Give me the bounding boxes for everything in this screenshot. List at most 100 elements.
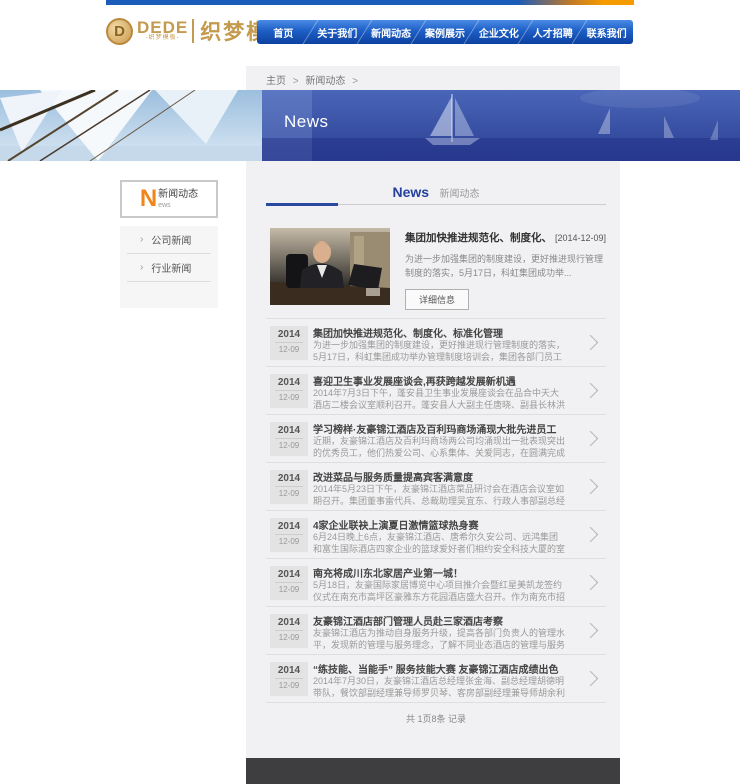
section-title-en: News: [392, 184, 429, 200]
news-row[interactable]: 2014 12-09 学习榜样·友豪锦江酒店及百利玛商场涌现大批先进员工 近期，…: [266, 415, 606, 463]
date-badge: 2014 12-09: [270, 326, 308, 360]
news-title[interactable]: 改进菜品与服务质量提高宾客满意度: [313, 469, 563, 484]
sidebar-head-text: 新闻动态 ews: [158, 189, 198, 210]
arrow-right-icon[interactable]: [583, 335, 599, 351]
office-photo-image: [270, 228, 390, 305]
section-title-cn: 新闻动态: [440, 189, 480, 200]
date-year: 2014: [275, 471, 303, 487]
banner-title: News: [284, 112, 329, 132]
nav-item-culture[interactable]: 企业文化: [472, 20, 525, 44]
date-badge: 2014 12-09: [270, 662, 308, 696]
top-accent-strip: [106, 0, 634, 5]
news-excerpt: 2014年5月23日下午，友豪锦江酒店菜品研讨会在酒店会议室如期召开。集团董事雷…: [313, 483, 565, 507]
date-badge: 2014 12-09: [270, 374, 308, 408]
details-button[interactable]: 详细信息: [405, 289, 469, 310]
sidebar-item-industry-news[interactable]: › 行业新闻: [120, 254, 218, 281]
featured-news-photo[interactable]: [270, 228, 390, 305]
sidebar-initial: N: [140, 187, 157, 211]
breadcrumb-home[interactable]: 主页: [266, 76, 286, 87]
sidebar-news-header: N 新闻动态 ews: [120, 180, 218, 218]
arrow-right-icon[interactable]: [583, 479, 599, 495]
news-title[interactable]: 喜迎卫生事业发展座谈会,再获跨越发展新机遇: [313, 373, 563, 388]
date-badge: 2014 12-09: [270, 470, 308, 504]
nav-item-news[interactable]: 新闻动态: [365, 20, 418, 44]
featured-news-date: [2014-12-09]: [555, 233, 606, 243]
nav-item-contact[interactable]: 联系我们: [580, 20, 633, 44]
news-banner: News: [0, 90, 740, 161]
brand-en-wrap: DEDE -织梦模板-: [137, 20, 188, 42]
date-badge: 2014 12-09: [270, 518, 308, 552]
chevron-right-icon: ›: [140, 234, 143, 245]
page: D DEDE -织梦模板- 织梦模板 首页 关于我们 新闻动态 案例展示 企业文…: [0, 0, 740, 784]
nav-item-about[interactable]: 关于我们: [311, 20, 364, 44]
date-badge: 2014 12-09: [270, 614, 308, 648]
date-badge: 2014 12-09: [270, 422, 308, 456]
news-row[interactable]: 2014 12-09 友豪锦江酒店部门管理人员赴三家酒店考察 友豪锦江酒店为推动…: [266, 607, 606, 655]
sidebar-item-label: 行业新闻: [151, 260, 191, 275]
news-list: 2014 12-09 集团加快推进规范化、制度化、标准化管理 为进一步加强集团的…: [266, 318, 606, 703]
sailboat-banner-image: [0, 90, 740, 161]
breadcrumb-current[interactable]: 新闻动态: [305, 76, 345, 87]
nav-item-home[interactable]: 首页: [257, 20, 310, 44]
date-year: 2014: [275, 615, 303, 631]
arrow-right-icon[interactable]: [583, 671, 599, 687]
news-title[interactable]: 4家企业联袂上演夏日激情篮球热身赛: [313, 517, 563, 532]
news-excerpt: 近期，友豪锦江酒店及百利玛商场两公司均涌现出一批表现突出的优秀员工，他们热爱公司…: [313, 435, 565, 459]
logo-divider: [192, 19, 194, 43]
date-day: 12-09: [270, 343, 308, 356]
news-excerpt: 2014年7月30日，友豪锦江酒店总经理张金海、副总经理胡德明带队，餐饮部副经理…: [313, 675, 565, 699]
news-row[interactable]: 2014 12-09 “练技能、当能手” 服务技能大赛 友豪锦江酒店成绩出色 2…: [266, 655, 606, 703]
nav-item-jobs[interactable]: 人才招聘: [526, 20, 579, 44]
date-year: 2014: [275, 567, 303, 583]
date-year: 2014: [275, 423, 303, 439]
date-day: 12-09: [270, 391, 308, 404]
news-title[interactable]: 友豪锦江酒店部门管理人员赴三家酒店考察: [313, 613, 563, 628]
sidebar-title: 新闻动态: [158, 189, 198, 201]
chevron-right-icon: ›: [140, 262, 143, 273]
date-day: 12-09: [270, 487, 308, 500]
arrow-right-icon[interactable]: [583, 383, 599, 399]
news-excerpt: 5月18日，友豪国际家居博览中心项目推介会暨红星美凯龙签约仪式在南充市高坪区豪雅…: [313, 579, 565, 603]
news-excerpt: 为进一步加强集团的制度建设，更好推进现行管理制度的落实，5月17日，科虹集团成功…: [313, 339, 565, 363]
brand-name-en: DEDE: [137, 20, 188, 35]
brand-subtitle: -织梦模板-: [146, 35, 180, 42]
news-title[interactable]: 集团加快推进规范化、制度化、标准化管理: [313, 325, 563, 340]
sidebar-item-label: 公司新闻: [151, 232, 191, 247]
main-nav: 首页 关于我们 新闻动态 案例展示 企业文化 人才招聘 联系我们: [257, 20, 633, 44]
news-title[interactable]: 学习榜样·友豪锦江酒店及百利玛商场涌现大批先进员工: [313, 421, 563, 436]
news-row[interactable]: 2014 12-09 集团加快推进规范化、制度化、标准化管理 为进一步加强集团的…: [266, 319, 606, 367]
news-excerpt: 2014年7月3日下午，蓬安县卫生事业发展座谈会在品合中天大酒店二楼会议室顺利召…: [313, 387, 565, 411]
featured-news: 集团加快推进规范化、制度化、标准化管 [2014-12-09] 为进一步加强集团…: [270, 228, 606, 310]
arrow-right-icon[interactable]: [583, 575, 599, 591]
date-year: 2014: [275, 519, 303, 535]
arrow-right-icon[interactable]: [583, 623, 599, 639]
date-year: 2014: [275, 375, 303, 391]
breadcrumb-separator: >: [352, 76, 358, 87]
arrow-right-icon[interactable]: [583, 527, 599, 543]
news-excerpt: 友豪锦江酒店为推动自身服务升级，提高各部门负责人的管理水平，发现新的管理与服务理…: [313, 627, 565, 651]
featured-news-title[interactable]: 集团加快推进规范化、制度化、标准化管: [405, 230, 551, 245]
sidebar-subtitle: ews: [158, 201, 198, 210]
coin-logo-icon: D: [106, 18, 133, 45]
nav-item-cases[interactable]: 案例展示: [419, 20, 472, 44]
news-row[interactable]: 2014 12-09 改进菜品与服务质量提高宾客满意度 2014年5月23日下午…: [266, 463, 606, 511]
breadcrumb-separator: >: [293, 76, 299, 87]
arrow-right-icon[interactable]: [583, 431, 599, 447]
news-title[interactable]: 南充将成川东北家居产业第一城！: [313, 565, 563, 580]
underline-accent: [266, 203, 338, 206]
date-day: 12-09: [270, 631, 308, 644]
pagination-summary: 共 1页8条 记录: [266, 712, 606, 725]
date-badge: 2014 12-09: [270, 566, 308, 600]
date-day: 12-09: [270, 679, 308, 692]
featured-news-excerpt: 为进一步加强集团的制度建设，更好推进现行管理制度的落实，5月17日，科虹集团成功…: [405, 252, 606, 280]
divider: [127, 281, 211, 282]
news-row[interactable]: 2014 12-09 南充将成川东北家居产业第一城！ 5月18日，友豪国际家居博…: [266, 559, 606, 607]
breadcrumb: 主页 > 新闻动态 >: [266, 72, 362, 87]
sidebar-menu: › 公司新闻 › 行业新闻: [120, 226, 218, 308]
news-row[interactable]: 2014 12-09 4家企业联袂上演夏日激情篮球热身赛 6月24日晚上6点，友…: [266, 511, 606, 559]
news-row[interactable]: 2014 12-09 喜迎卫生事业发展座谈会,再获跨越发展新机遇 2014年7月…: [266, 367, 606, 415]
date-year: 2014: [275, 663, 303, 679]
news-title[interactable]: “练技能、当能手” 服务技能大赛 友豪锦江酒店成绩出色: [313, 661, 563, 676]
sidebar-item-company-news[interactable]: › 公司新闻: [120, 226, 218, 253]
featured-news-body: 集团加快推进规范化、制度化、标准化管 [2014-12-09] 为进一步加强集团…: [405, 230, 606, 310]
